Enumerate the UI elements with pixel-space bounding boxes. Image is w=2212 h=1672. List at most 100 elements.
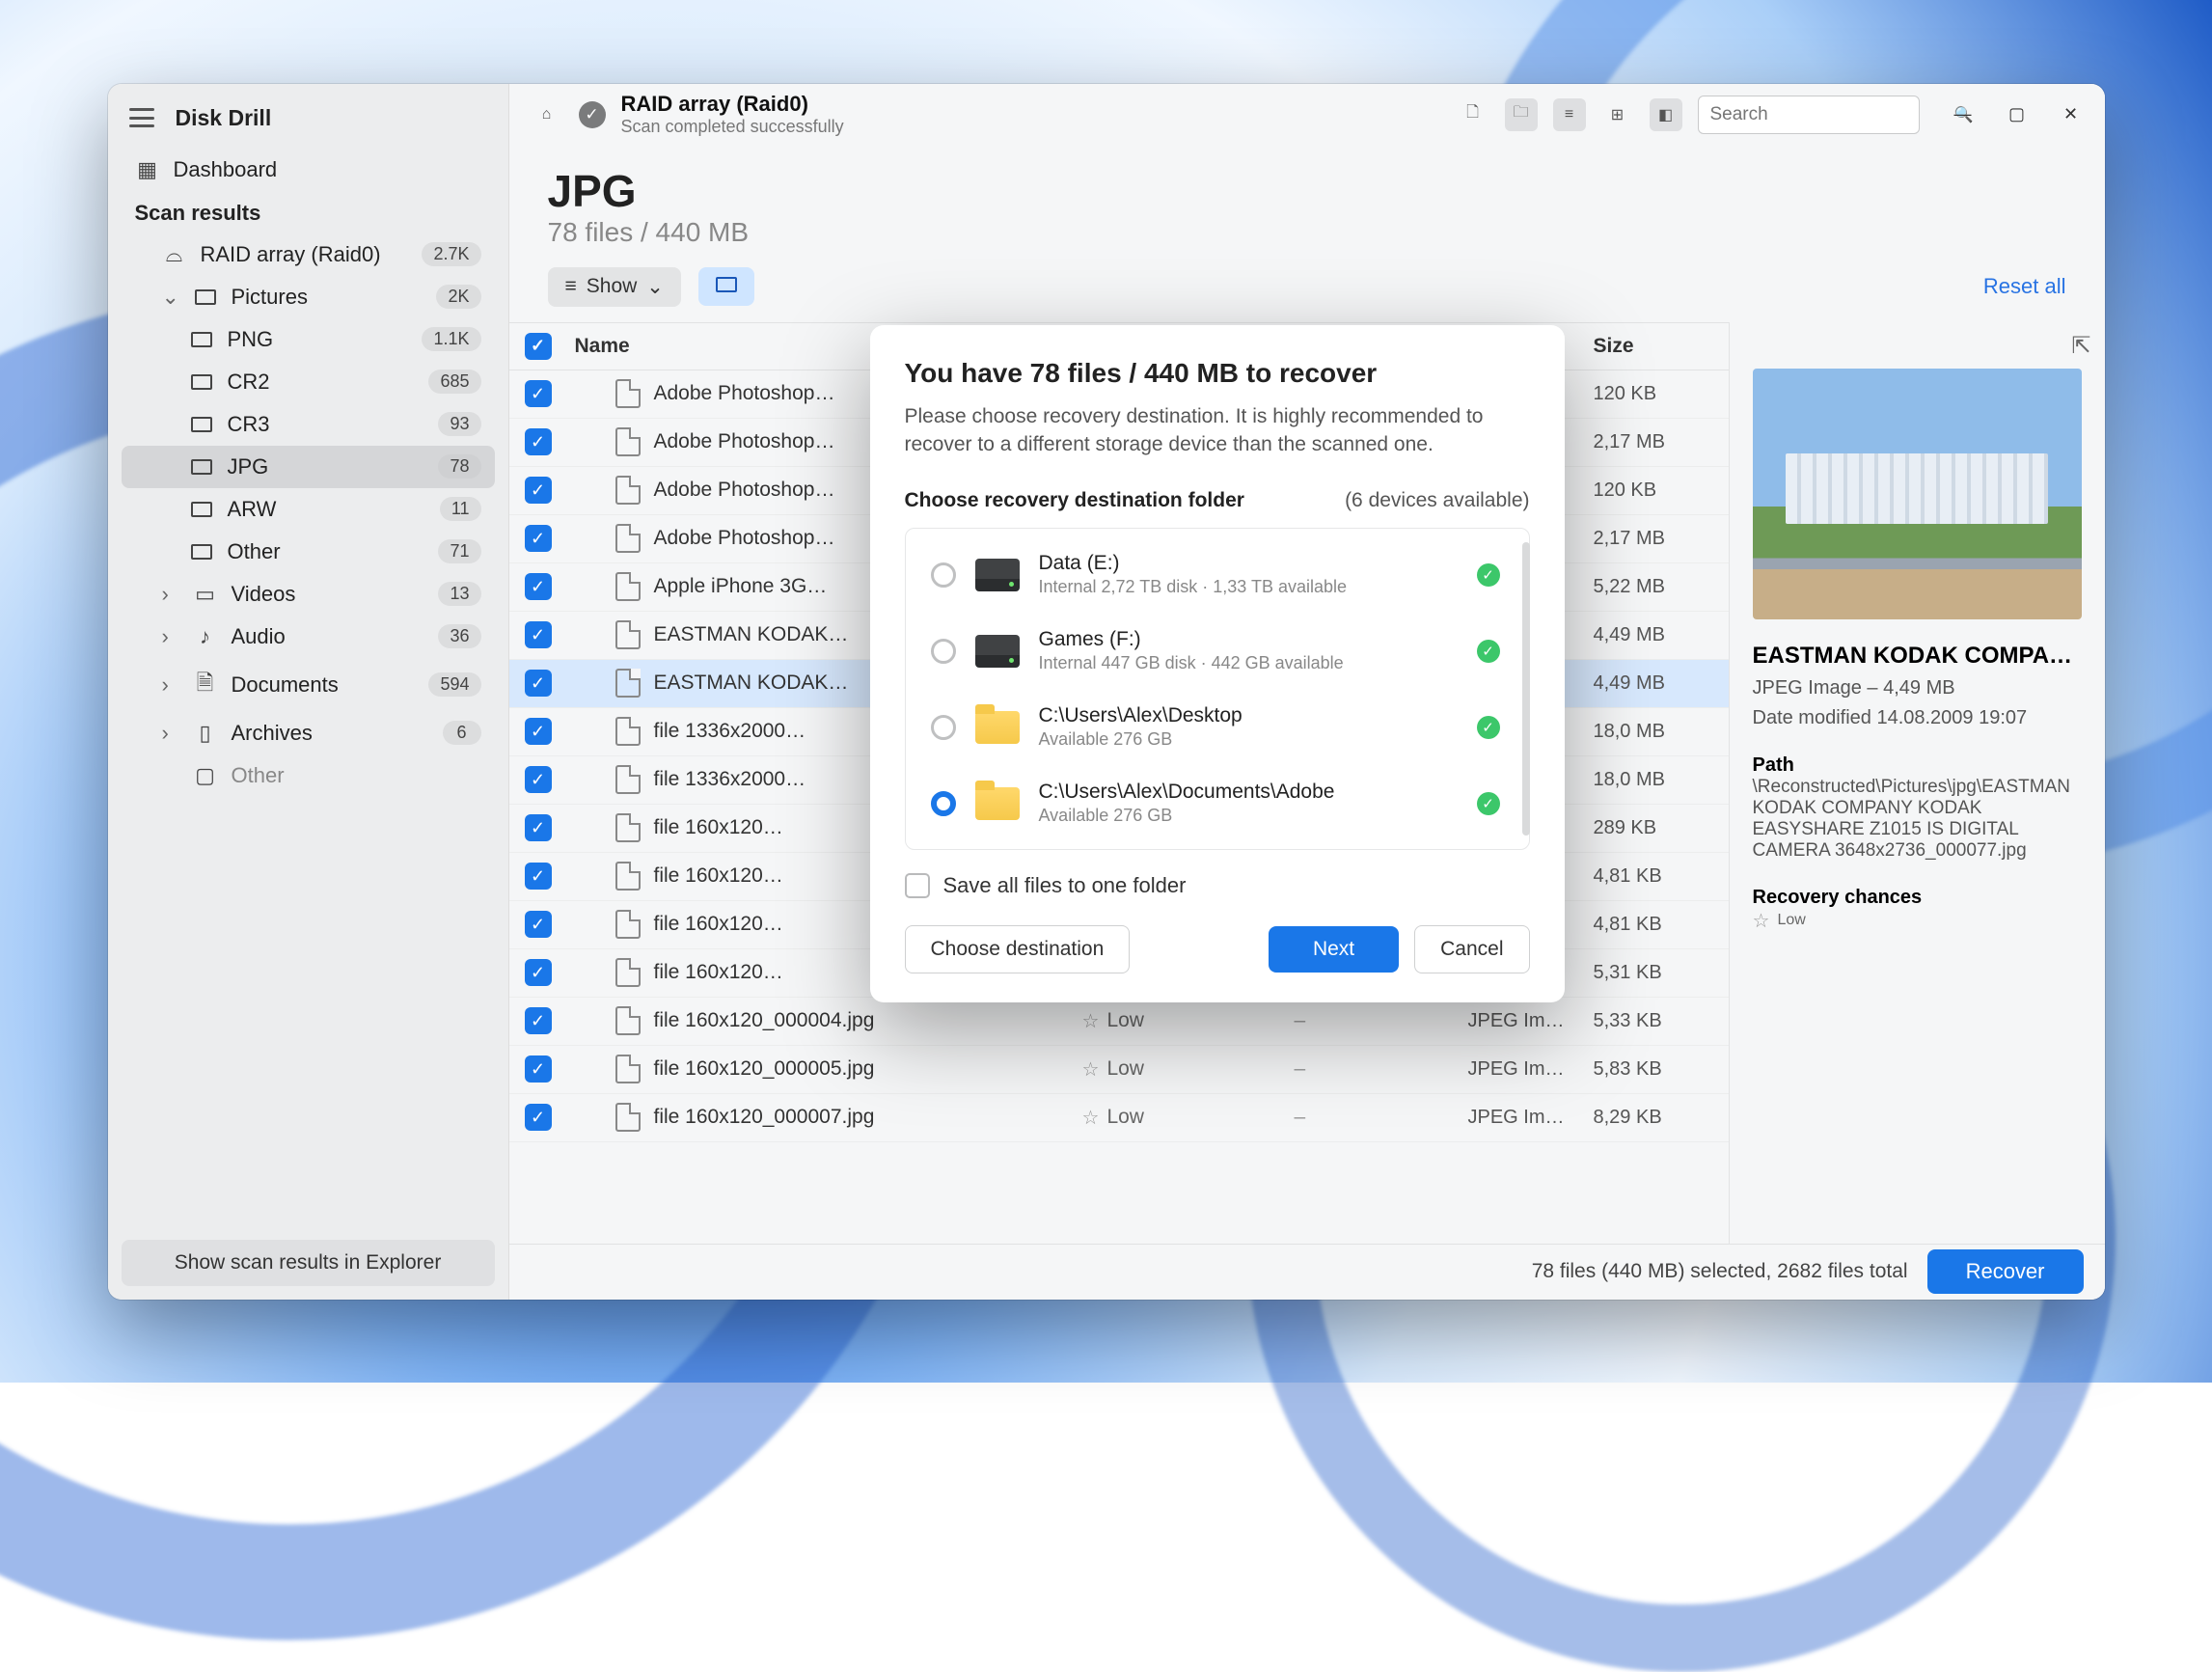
filter-icon: ≡ bbox=[565, 275, 577, 298]
nav-raid-array[interactable]: ⌓ RAID array (Raid0) 2.7K bbox=[122, 233, 495, 276]
nav-label: Audio bbox=[232, 624, 286, 649]
row-checkbox[interactable]: ✓ bbox=[525, 621, 552, 648]
row-checkbox[interactable]: ✓ bbox=[525, 814, 552, 841]
row-checkbox[interactable]: ✓ bbox=[525, 1055, 552, 1083]
destination-option[interactable]: Games (F:)Internal 447 GB disk · 442 GB … bbox=[906, 613, 1525, 689]
row-checkbox[interactable]: ✓ bbox=[525, 428, 552, 455]
minimize-button[interactable]: ― bbox=[1951, 102, 1976, 127]
cancel-button[interactable]: Cancel bbox=[1414, 925, 1529, 973]
show-filter-button[interactable]: ≡ Show ⌄ bbox=[548, 267, 681, 307]
count-badge: 11 bbox=[440, 497, 481, 521]
star-icon: ☆ bbox=[1082, 1057, 1100, 1082]
nav-archives[interactable]: › ▯ Archives 6 bbox=[122, 712, 495, 754]
choose-destination-button[interactable]: Choose destination bbox=[905, 925, 1131, 973]
file-icon bbox=[615, 910, 641, 939]
count-badge: 13 bbox=[438, 582, 480, 606]
home-icon[interactable]: ⌂ bbox=[531, 98, 563, 131]
row-checkbox[interactable]: ✓ bbox=[525, 1007, 552, 1034]
folder-icon[interactable]: 🗀 bbox=[1505, 98, 1538, 131]
destination-title: Data (E:) bbox=[1039, 552, 1458, 575]
table-row[interactable]: ✓ file 160x120_000007.jpg ☆Low – JPEG Im… bbox=[509, 1094, 1729, 1142]
row-checkbox[interactable]: ✓ bbox=[525, 718, 552, 745]
destination-option[interactable]: C:\Users\Alex\Documents\AdobeAvailable 2… bbox=[906, 765, 1525, 841]
nav-cr2[interactable]: CR2 685 bbox=[122, 361, 495, 403]
maximize-button[interactable]: ▢ bbox=[2005, 102, 2030, 127]
file-icon bbox=[615, 669, 641, 698]
file-icon bbox=[615, 717, 641, 746]
table-row[interactable]: ✓ file 160x120_000005.jpg ☆Low – JPEG Im… bbox=[509, 1046, 1729, 1094]
reset-all-link[interactable]: Reset all bbox=[1983, 274, 2066, 299]
grid-view-icon[interactable]: ⊞ bbox=[1601, 98, 1634, 131]
col-size[interactable]: Size bbox=[1594, 335, 1729, 358]
nav-documents[interactable]: › 🗎 Documents 594 bbox=[122, 658, 495, 712]
destination-subtitle: Internal 447 GB disk · 442 GB available bbox=[1039, 653, 1458, 673]
row-checkbox[interactable]: ✓ bbox=[525, 863, 552, 890]
row-checkbox[interactable]: ✓ bbox=[525, 670, 552, 697]
nav-pictures[interactable]: ⌄ Pictures 2K bbox=[122, 276, 495, 318]
chevron-down-icon: ⌄ bbox=[646, 275, 664, 299]
destination-option[interactable]: C:\Users\Alex\DesktopAvailable 276 GB ✓ bbox=[906, 689, 1525, 765]
recover-button[interactable]: Recover bbox=[1927, 1249, 2084, 1294]
nav-arw[interactable]: ARW 11 bbox=[122, 488, 495, 531]
row-checkbox[interactable]: ✓ bbox=[525, 959, 552, 986]
file-name: EASTMAN KODAK… bbox=[654, 623, 849, 646]
checkbox-label: Save all files to one folder bbox=[943, 873, 1187, 898]
count-badge: 93 bbox=[438, 412, 480, 436]
preview-panel: ⇱ EASTMAN KODAK COMPA… JPEG Image – 4,49… bbox=[1729, 322, 2105, 1244]
row-checkbox[interactable]: ✓ bbox=[525, 573, 552, 600]
search-field[interactable] bbox=[1710, 104, 1947, 125]
menu-icon[interactable] bbox=[129, 108, 154, 127]
count-badge: 594 bbox=[428, 672, 480, 697]
next-button[interactable]: Next bbox=[1269, 926, 1399, 973]
nav-other-pictures[interactable]: Other 71 bbox=[122, 531, 495, 573]
row-checkbox[interactable]: ✓ bbox=[525, 766, 552, 793]
chevron-right-icon: › bbox=[162, 672, 179, 698]
new-file-icon[interactable]: 🗋 bbox=[1457, 98, 1489, 131]
disk-icon: ⌓ bbox=[162, 242, 187, 267]
file-size: 8,29 KB bbox=[1594, 1107, 1729, 1129]
nav-jpg[interactable]: JPG 78 bbox=[122, 446, 495, 488]
destination-option[interactable]: Data (E:)Internal 2,72 TB disk · 1,33 TB… bbox=[906, 536, 1525, 613]
row-checkbox[interactable]: ✓ bbox=[525, 911, 552, 938]
row-checkbox[interactable]: ✓ bbox=[525, 477, 552, 504]
nav-label: Videos bbox=[232, 582, 296, 607]
nav-videos[interactable]: › ▭ Videos 13 bbox=[122, 573, 495, 616]
status-bar: 78 files (440 MB) selected, 2682 files t… bbox=[509, 1244, 2105, 1300]
count-badge: 36 bbox=[438, 624, 480, 648]
panel-view-icon[interactable]: ◧ bbox=[1650, 98, 1682, 131]
file-size: 289 KB bbox=[1594, 817, 1729, 839]
nav-dashboard[interactable]: ▦ Dashboard bbox=[122, 149, 495, 191]
preview-path: \Reconstructed\Pictures\jpg\EASTMAN KODA… bbox=[1753, 777, 2082, 862]
table-row[interactable]: ✓ file 160x120_000004.jpg ☆Low – JPEG Im… bbox=[509, 998, 1729, 1046]
search-input[interactable]: 🔍 bbox=[1698, 96, 1920, 134]
audio-icon: ♪ bbox=[193, 624, 218, 649]
image-icon bbox=[716, 275, 737, 298]
image-icon bbox=[189, 332, 214, 347]
nav-audio[interactable]: › ♪ Audio 36 bbox=[122, 616, 495, 658]
nav-png[interactable]: PNG 1.1K bbox=[122, 318, 495, 361]
preview-thumbnail bbox=[1753, 369, 2082, 619]
show-in-explorer-button[interactable]: Show scan results in Explorer bbox=[122, 1240, 495, 1286]
grid-icon: ▦ bbox=[135, 157, 160, 182]
select-all-checkbox[interactable]: ✓ bbox=[525, 333, 552, 360]
save-one-folder-checkbox[interactable]: Save all files to one folder bbox=[905, 873, 1530, 898]
file-icon bbox=[615, 379, 641, 408]
nav-other[interactable]: › ▢ Other bbox=[122, 754, 495, 797]
desktop-wallpaper: Disk Drill ▦ Dashboard Scan results ⌓ RA… bbox=[0, 0, 2212, 1383]
file-name: Adobe Photoshop… bbox=[654, 382, 835, 405]
row-checkbox[interactable]: ✓ bbox=[525, 380, 552, 407]
nav-label: JPG bbox=[228, 454, 269, 480]
nav-cr3[interactable]: CR3 93 bbox=[122, 403, 495, 446]
choose-folder-label: Choose recovery destination folder bbox=[905, 489, 1244, 512]
type-filter-button[interactable] bbox=[698, 267, 754, 306]
drive-icon bbox=[975, 635, 1020, 668]
close-button[interactable]: ✕ bbox=[2059, 102, 2084, 127]
popout-icon[interactable]: ⇱ bbox=[2071, 332, 2090, 360]
folder-icon bbox=[975, 711, 1020, 744]
image-icon bbox=[189, 502, 214, 517]
row-checkbox[interactable]: ✓ bbox=[525, 525, 552, 552]
file-icon bbox=[615, 1103, 641, 1132]
preview-filename: EASTMAN KODAK COMPA… bbox=[1753, 643, 2082, 670]
row-checkbox[interactable]: ✓ bbox=[525, 1104, 552, 1131]
list-view-icon[interactable]: ≡ bbox=[1553, 98, 1586, 131]
